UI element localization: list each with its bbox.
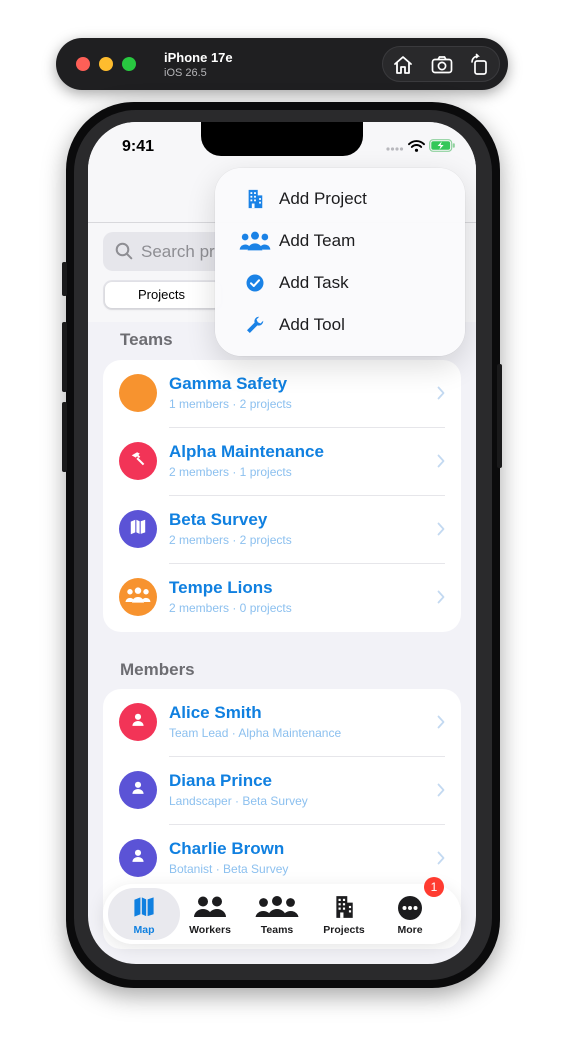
- status-icons: [386, 139, 456, 157]
- cellular-dots-icon: [386, 139, 404, 157]
- person-icon: [129, 779, 147, 802]
- wrench-icon: [237, 314, 273, 336]
- member-row-title: Diana Prince: [169, 771, 272, 790]
- screenshot-icon[interactable]: [430, 53, 454, 77]
- building-icon: [237, 188, 273, 210]
- device-os-version: iOS 26.5: [164, 67, 207, 79]
- person-2-icon: [177, 895, 243, 919]
- battery-charging-icon: [429, 139, 456, 157]
- team-row-title: Gamma Safety: [169, 374, 288, 393]
- map-icon: [111, 895, 177, 919]
- tab-map[interactable]: Map: [111, 884, 177, 944]
- avatar: [119, 578, 157, 616]
- member-row-title: Alice Smith: [169, 703, 262, 722]
- menu-item-add-team[interactable]: Add Team: [215, 220, 465, 262]
- team-row[interactable]: Tempe Lions 2 members · 0 projects: [103, 564, 461, 632]
- avatar: [119, 839, 157, 877]
- section-title-teams: Teams: [120, 330, 173, 349]
- tab-projects[interactable]: Projects: [311, 884, 377, 944]
- search-placeholder: Search pr: [141, 242, 215, 261]
- chevron-right-icon: [437, 454, 445, 473]
- tab-label: More: [397, 924, 423, 936]
- chevron-right-icon: [437, 590, 445, 609]
- rotate-icon[interactable]: [468, 53, 492, 77]
- member-row[interactable]: Charlie Brown Botanist · Beta Survey: [103, 825, 461, 893]
- map-icon: [129, 518, 147, 541]
- menu-item-add-project[interactable]: Add Project: [215, 178, 465, 220]
- hammer-icon: [129, 450, 147, 473]
- menu-item-add-task[interactable]: Add Task: [215, 262, 465, 304]
- team-row[interactable]: Alpha Maintenance 2 members · 1 projects: [103, 428, 461, 496]
- tab-label: Projects: [323, 924, 365, 936]
- menu-item-label: Add Task: [279, 273, 349, 292]
- menu-item-label: Add Project: [279, 189, 367, 208]
- avatar: [119, 703, 157, 741]
- avatar: [119, 442, 157, 480]
- avatar: [119, 374, 157, 412]
- person-icon: [129, 847, 147, 870]
- menu-item-label: Add Tool: [279, 315, 345, 334]
- wifi-icon: [408, 139, 425, 157]
- chevron-right-icon: [437, 783, 445, 802]
- member-row[interactable]: Diana Prince Landscaper · Beta Survey: [103, 757, 461, 825]
- team-row-title: Alpha Maintenance: [169, 442, 324, 461]
- chevron-right-icon: [437, 386, 445, 405]
- menu-item-add-tool[interactable]: Add Tool: [215, 304, 465, 346]
- zoom-window-button[interactable]: [122, 57, 136, 71]
- minimize-window-button[interactable]: [99, 57, 113, 71]
- tab-teams[interactable]: Teams: [244, 884, 310, 944]
- team-row-subtitle: 2 members · 2 projects: [169, 533, 292, 547]
- chevron-right-icon: [437, 715, 445, 734]
- add-menu: Add Project Add Team Add Task Add Tool: [215, 168, 465, 356]
- more-badge: 1: [424, 877, 444, 897]
- chevron-right-icon: [437, 522, 445, 541]
- team-row-subtitle: 1 members · 2 projects: [169, 397, 292, 411]
- team-row[interactable]: Beta Survey 2 members · 2 projects: [103, 496, 461, 564]
- chevron-right-icon: [437, 851, 445, 870]
- member-row-subtitle: Landscaper · Beta Survey: [169, 794, 308, 808]
- people-icon: [125, 582, 151, 613]
- segment-projects-label: Projects: [138, 287, 185, 302]
- team-row-subtitle: 2 members · 0 projects: [169, 601, 292, 615]
- search-icon: [115, 242, 133, 265]
- checkmark-circle-icon: [237, 272, 273, 294]
- member-row-subtitle: Team Lead · Alpha Maintenance: [169, 726, 342, 740]
- tab-bar: 1 Map Workers Teams Projects More: [103, 877, 461, 944]
- ellipsis-circle-icon: [377, 895, 443, 921]
- close-window-button[interactable]: [76, 57, 90, 71]
- team-row-title: Tempe Lions: [169, 578, 273, 597]
- device-name: iPhone 17e: [164, 50, 233, 65]
- tab-label: Teams: [260, 924, 294, 936]
- team-row-title: Beta Survey: [169, 510, 268, 529]
- people-icon: [237, 230, 273, 252]
- tab-label: Map: [133, 924, 155, 936]
- volume-down-button: [62, 402, 67, 472]
- status-time: 9:41: [122, 138, 155, 155]
- side-button: [497, 364, 502, 468]
- member-row-subtitle: Botanist · Beta Survey: [169, 862, 289, 876]
- building-icon: [311, 895, 377, 919]
- avatar: [119, 771, 157, 809]
- teams-list: Gamma Safety 1 members · 2 projects Alpha …: [103, 360, 461, 632]
- member-row[interactable]: Alice Smith Team Lead · Alpha Maintenance: [103, 689, 461, 757]
- section-title-members: Members: [120, 660, 195, 679]
- person-icon: [129, 711, 147, 734]
- team-row[interactable]: Gamma Safety 1 members · 2 projects: [103, 360, 461, 428]
- menu-item-label: Add Team: [279, 231, 356, 250]
- simulator-controls: [382, 46, 500, 82]
- team-row-subtitle: 2 members · 1 projects: [169, 465, 292, 479]
- volume-up-button: [62, 322, 67, 392]
- notch: [201, 122, 363, 156]
- tab-label: Workers: [189, 924, 231, 936]
- app-screen: 9:41 Search pr Projects Teams Gamma Safe…: [88, 122, 476, 964]
- action-button: [62, 262, 67, 296]
- member-row-title: Charlie Brown: [169, 839, 285, 858]
- tab-workers[interactable]: Workers: [177, 884, 243, 944]
- avatar: [119, 510, 157, 548]
- home-icon[interactable]: [391, 53, 415, 77]
- person-3-icon: [244, 895, 310, 919]
- simulator-toolbar: iPhone 17e iOS 26.5: [56, 38, 508, 90]
